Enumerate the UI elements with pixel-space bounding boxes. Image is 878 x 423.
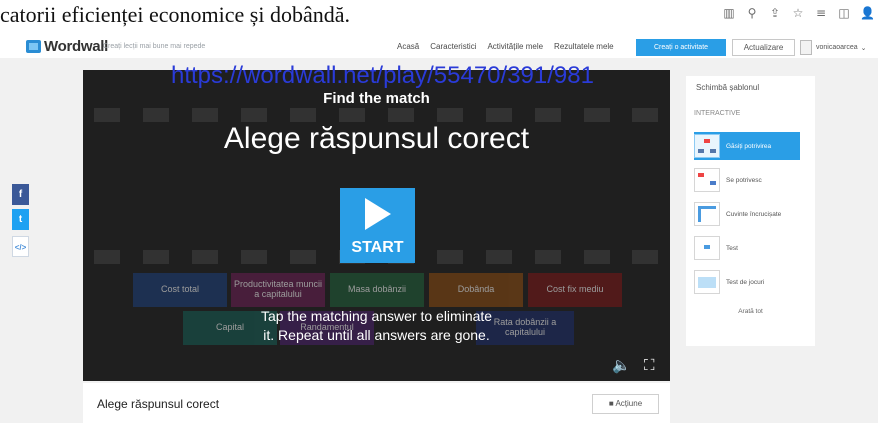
zoom-icon[interactable]: ⚲ xyxy=(745,6,759,20)
instructions: Tap the matching answer to eliminate it.… xyxy=(83,307,670,345)
activity-player: Cost total Productivitatea muncii a capi… xyxy=(83,70,670,381)
star-icon[interactable]: ☆ xyxy=(791,6,805,20)
wordwall-logo[interactable]: Wordwall xyxy=(26,38,108,55)
template-find-match[interactable]: Găsiți potrivirea xyxy=(694,132,800,160)
ghost-tile: Cost total xyxy=(133,273,227,307)
create-activity-button[interactable]: Creați o activitate xyxy=(636,39,726,56)
start-label: START xyxy=(351,239,404,256)
reading-list-icon[interactable]: ≡ xyxy=(814,6,828,20)
activity-info: Alege răspunsul corect ■ Acțiune xyxy=(83,383,670,423)
ghost-tile: Productivitatea muncii a capitalului xyxy=(231,273,325,307)
template-label: Test xyxy=(726,244,738,252)
activity-type: Find the match xyxy=(323,90,430,107)
sidebar-title: Schimbă șablonul xyxy=(696,83,760,92)
template-label: Test de jocuri xyxy=(726,278,765,286)
play-icon xyxy=(365,198,391,230)
chevron-down-icon: ⌄ xyxy=(860,44,867,52)
activity-title: Alege răspunsul corect xyxy=(223,122,530,155)
template-label: Cuvinte încrucișate xyxy=(726,210,782,218)
ghost-tile-label: Productivitatea muncii a capitalului xyxy=(233,279,323,299)
ghost-row-top xyxy=(83,108,670,122)
logo-icon xyxy=(26,40,41,53)
template-quiz[interactable]: Test xyxy=(694,234,800,262)
nav-features[interactable]: Caracteristici xyxy=(430,42,476,51)
main-nav: Acasă Caracteristici Activitățile mele R… xyxy=(397,42,614,51)
action-button[interactable]: ■ Acțiune xyxy=(592,394,659,414)
share-icon[interactable]: ⇪ xyxy=(768,6,782,20)
profile-icon[interactable]: 👤 xyxy=(860,6,875,20)
document-strip: catorii eficienței economice și dobândă.… xyxy=(0,0,878,36)
ghost-tile-label: Dobânda xyxy=(457,284,495,294)
show-all-link[interactable]: Arată tot xyxy=(686,308,815,315)
instructions-line-1: Tap the matching answer to eliminate xyxy=(260,308,493,324)
template-sidebar: Schimbă șablonul INTERACTIVE Găsiți potr… xyxy=(686,76,815,346)
template-label: Găsiți potrivirea xyxy=(726,142,772,150)
ghost-tile: Cost fix mediu xyxy=(528,273,622,307)
facebook-share-button[interactable]: f xyxy=(12,184,29,205)
ghost-tile-label: Cost total xyxy=(160,284,200,294)
template-label: Se potrivesc xyxy=(726,176,762,184)
find-match-icon xyxy=(694,134,720,158)
template-crossword[interactable]: Cuvinte încrucișate xyxy=(694,200,800,228)
fullscreen-icon[interactable]: ⛶ xyxy=(644,356,655,374)
match-up-icon xyxy=(694,168,720,192)
browser-toolbar: ▥ ⚲ ⇪ ☆ ≡ ◫ 👤 xyxy=(722,6,875,20)
ghost-tile: Dobânda xyxy=(429,273,523,307)
activity-url[interactable]: https://wordwall.net/play/55470/391/981 xyxy=(171,62,594,90)
embed-button[interactable]: </> xyxy=(12,236,29,257)
twitter-share-button[interactable]: t xyxy=(12,209,29,230)
document-text: catorii eficienței economice și dobândă. xyxy=(0,2,351,27)
template-match-up[interactable]: Se potrivesc xyxy=(694,166,800,194)
wordwall-header: Wordwall Creați lecții mai bune mai repe… xyxy=(0,36,878,58)
gameshow-quiz-icon xyxy=(694,270,720,294)
reader-icon[interactable]: ▥ xyxy=(722,6,736,20)
split-icon[interactable]: ◫ xyxy=(837,6,851,20)
sidebar-section-label: INTERACTIVE xyxy=(694,110,741,117)
nav-my-activities[interactable]: Activitățile mele xyxy=(487,42,543,51)
ghost-tile: Masa dobânzii xyxy=(330,273,424,307)
action-label: Acțiune xyxy=(615,399,643,408)
start-button[interactable]: START xyxy=(340,188,415,263)
ghost-tile-label: Cost fix mediu xyxy=(546,284,604,294)
sound-icon[interactable]: 🔈 xyxy=(612,356,631,374)
nav-home[interactable]: Acasă xyxy=(397,42,419,51)
user-menu[interactable]: vonicaoarcea ⌄ xyxy=(800,39,867,56)
template-gameshow-quiz[interactable]: Test de jocuri xyxy=(694,268,800,296)
activity-info-title: Alege răspunsul corect xyxy=(97,397,220,411)
tagline: Creați lecții mai bune mai repede xyxy=(103,43,206,50)
nav-my-results[interactable]: Rezultatele mele xyxy=(554,42,614,51)
update-button[interactable]: Actualizare xyxy=(732,39,795,56)
logo-text: Wordwall xyxy=(44,38,108,55)
avatar xyxy=(800,40,812,55)
instructions-line-2: it. Repeat until all answers are gone. xyxy=(263,327,490,343)
crossword-icon xyxy=(694,202,720,226)
user-name: vonicaoarcea xyxy=(816,44,858,51)
quiz-icon xyxy=(694,236,720,260)
ghost-tile-label: Masa dobânzii xyxy=(347,284,407,294)
